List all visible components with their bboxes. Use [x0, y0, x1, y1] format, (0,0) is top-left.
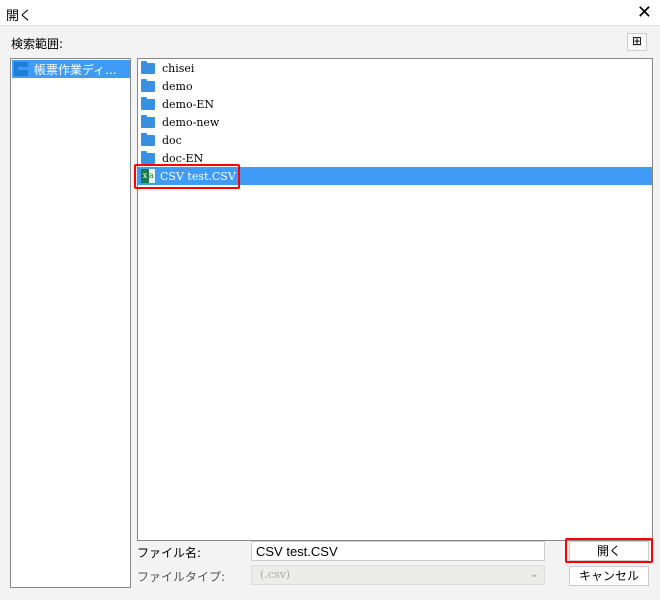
folder-item[interactable]: doc	[138, 131, 652, 149]
file-name: demo-EN	[162, 97, 214, 111]
filetype-select: (.csv) ⌄	[251, 565, 545, 585]
location-panel: 帳票作業ディ...	[10, 58, 131, 588]
file-name: chisei	[162, 61, 195, 75]
folder-item[interactable]: chisei	[138, 59, 652, 77]
home-icon	[14, 62, 28, 76]
folder-icon	[141, 150, 155, 164]
folder-icon	[141, 60, 155, 74]
chevron-down-icon: ⌄	[529, 567, 539, 580]
file-name: doc-EN	[162, 151, 204, 165]
close-icon[interactable]: ✕	[637, 2, 652, 23]
cancel-button[interactable]: キャンセル	[569, 566, 649, 586]
window-title: 開く	[6, 9, 33, 24]
file-name: demo-new	[162, 115, 220, 129]
location-label: 帳票作業ディ...	[34, 62, 117, 77]
folder-item[interactable]: demo-EN	[138, 95, 652, 113]
location-item[interactable]: 帳票作業ディ...	[12, 60, 130, 78]
folder-icon	[141, 78, 155, 92]
new-folder-icon[interactable]: ⊞	[627, 33, 647, 51]
folder-icon	[141, 114, 155, 128]
folder-item[interactable]: demo-new	[138, 113, 652, 131]
filename-label: ファイル名:	[137, 546, 202, 560]
file-name: CSV test.CSV	[160, 169, 236, 183]
folder-item[interactable]: doc-EN	[138, 149, 652, 167]
open-button[interactable]: 開く	[569, 541, 649, 561]
folder-icon	[141, 96, 155, 110]
file-list[interactable]: chisei demo demo-EN demo-new doc doc-EN …	[137, 58, 653, 541]
folder-item[interactable]: demo	[138, 77, 652, 95]
file-name: demo	[162, 79, 193, 93]
filetype-label: ファイルタイプ:	[137, 570, 226, 584]
filename-input[interactable]: CSV test.CSV	[251, 541, 545, 561]
file-item-selected[interactable]: x a CSV test.CSV	[138, 167, 652, 185]
filetype-value: (.csv)	[260, 568, 291, 581]
look-in-label: 検索範囲:	[11, 37, 64, 51]
file-name: doc	[162, 133, 182, 147]
folder-icon	[141, 132, 155, 146]
excel-csv-icon: xa	[141, 169, 155, 183]
title-bar: 開く ✕	[0, 0, 660, 26]
